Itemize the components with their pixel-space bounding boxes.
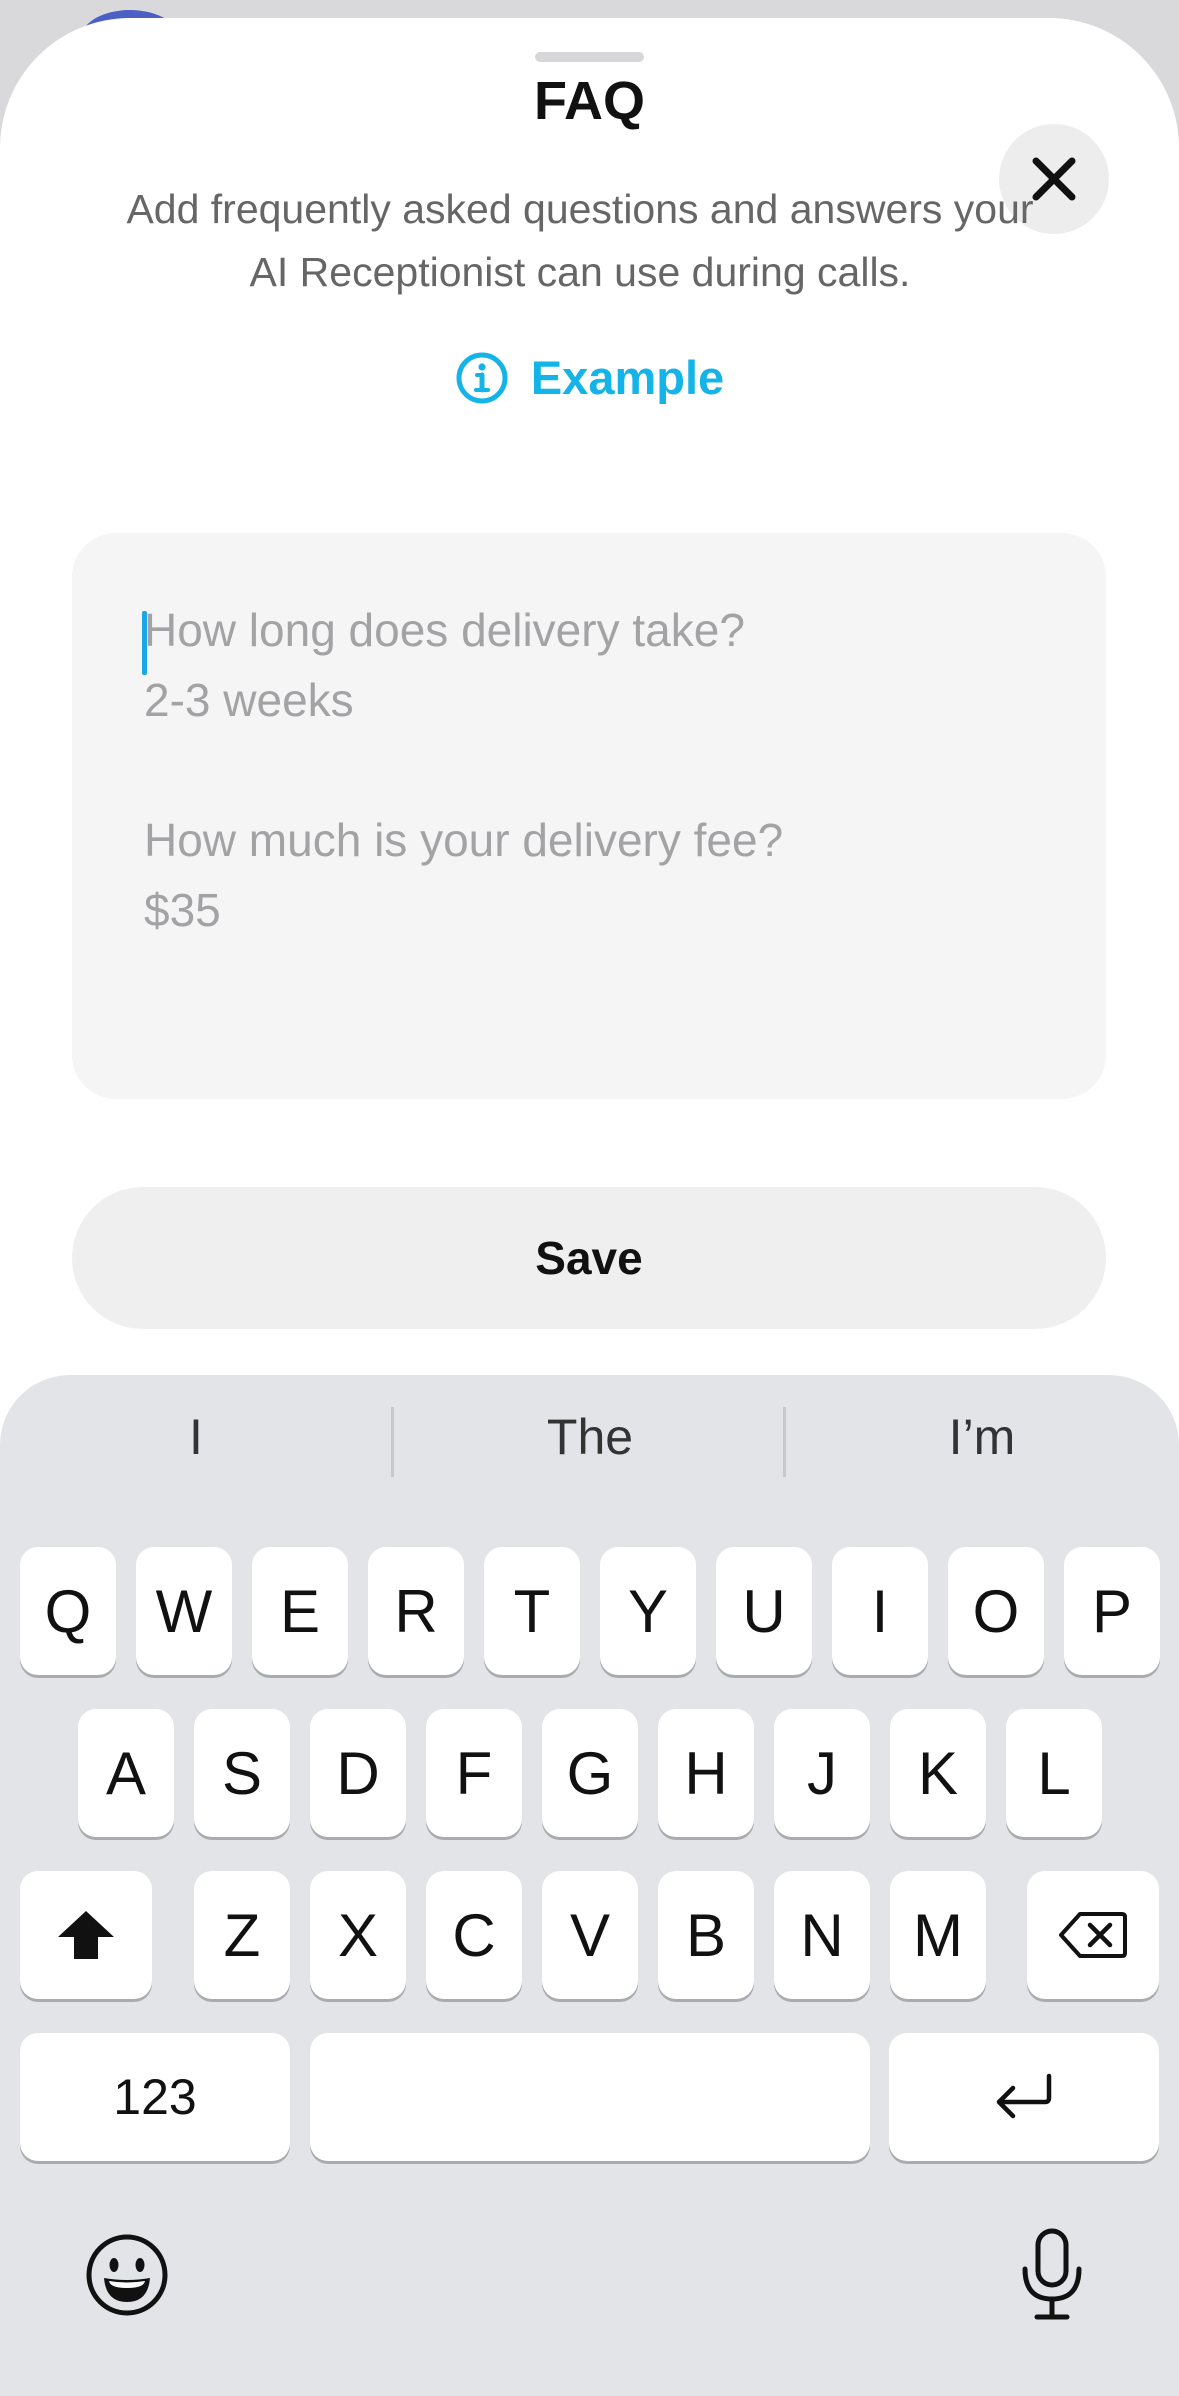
example-link[interactable]: Example: [0, 350, 1179, 405]
key-b[interactable]: B: [658, 1871, 754, 1999]
info-icon: [456, 352, 508, 403]
key-q[interactable]: Q: [20, 1547, 116, 1675]
emoji-button[interactable]: [82, 2230, 172, 2320]
key-k[interactable]: K: [890, 1709, 986, 1837]
example-label: Example: [530, 351, 725, 404]
key-a[interactable]: A: [78, 1709, 174, 1837]
key-d[interactable]: D: [310, 1709, 406, 1837]
key-s[interactable]: S: [194, 1709, 290, 1837]
sheet-subtitle: Add frequently asked questions and answe…: [126, 186, 1034, 295]
key-x[interactable]: X: [310, 1871, 406, 1999]
save-button[interactable]: Save: [72, 1187, 1106, 1329]
key-l[interactable]: L: [1006, 1709, 1102, 1837]
key-m[interactable]: M: [890, 1871, 986, 1999]
delete-key[interactable]: [1027, 1871, 1159, 1999]
key-v[interactable]: V: [542, 1871, 638, 1999]
key-n[interactable]: N: [774, 1871, 870, 1999]
system-keyboard: I The I’m Q W E R T Y U I O P A S D F G …: [0, 1375, 1179, 2396]
numbers-key[interactable]: 123: [20, 2033, 290, 2161]
return-icon: [996, 2073, 1052, 2119]
key-e[interactable]: E: [252, 1547, 348, 1675]
shift-key[interactable]: [20, 1871, 152, 1999]
key-t[interactable]: T: [484, 1547, 580, 1675]
key-f[interactable]: F: [426, 1709, 522, 1837]
sheet-grabber[interactable]: [535, 52, 644, 62]
dictation-button[interactable]: [1007, 2225, 1097, 2325]
key-w[interactable]: W: [136, 1547, 232, 1675]
key-h[interactable]: H: [658, 1709, 754, 1837]
key-p[interactable]: P: [1064, 1547, 1160, 1675]
faq-textarea[interactable]: How long does delivery take? 2-3 weeks H…: [72, 533, 1106, 1099]
return-key[interactable]: [889, 2033, 1159, 2161]
suggestion-2[interactable]: The: [394, 1397, 786, 1477]
shift-icon: [58, 1911, 114, 1959]
key-o[interactable]: O: [948, 1547, 1044, 1675]
emoji-icon: [86, 2234, 168, 2316]
space-key[interactable]: [310, 2033, 870, 2161]
microphone-icon: [1022, 2228, 1082, 2320]
key-y[interactable]: Y: [600, 1547, 696, 1675]
key-i[interactable]: I: [832, 1547, 928, 1675]
key-g[interactable]: G: [542, 1709, 638, 1837]
backspace-icon: [1059, 1912, 1127, 1958]
key-u[interactable]: U: [716, 1547, 812, 1675]
suggestion-1[interactable]: I: [0, 1397, 392, 1477]
faq-placeholder: How long does delivery take? 2-3 weeks H…: [144, 604, 784, 936]
suggestion-3[interactable]: I’m: [786, 1397, 1178, 1477]
sheet-title: FAQ: [533, 71, 645, 131]
key-z[interactable]: Z: [194, 1871, 290, 1999]
key-r[interactable]: R: [368, 1547, 464, 1675]
key-c[interactable]: C: [426, 1871, 522, 1999]
key-j[interactable]: J: [774, 1709, 870, 1837]
